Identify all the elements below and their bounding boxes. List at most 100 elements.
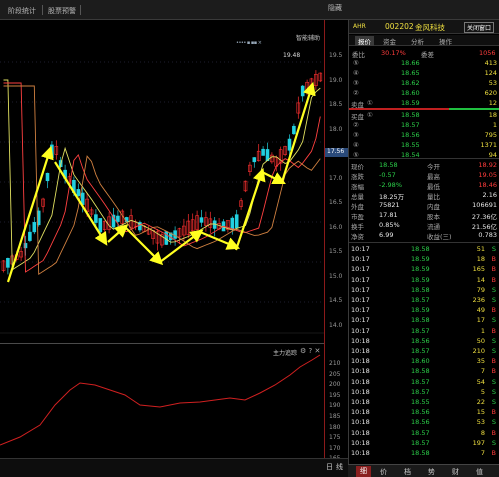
tick-time: 10:18 (351, 367, 370, 376)
sells-volume: 413 (484, 59, 497, 67)
stat-value: 75821 (379, 201, 400, 209)
stat-row: 净资 6.99 收益(三) 0.783 (349, 230, 499, 241)
quote-tab-1[interactable]: 资金 (383, 36, 396, 46)
buys-level-index: ④ (353, 141, 359, 149)
detail-tab-0[interactable]: 细 (356, 466, 371, 477)
trend-arrow (234, 167, 266, 251)
sells-price: 18.66 (401, 59, 420, 67)
divider (349, 158, 499, 159)
toolbar-dots[interactable]: •••• ▪ ▪▪ × (236, 40, 262, 46)
trend-arrow (54, 161, 108, 246)
tick-price: 18.57 (411, 326, 430, 335)
candle-body (6, 258, 10, 268)
quote-tab-2[interactable]: 分析 (411, 36, 424, 46)
panel-divider (0, 343, 324, 344)
period-day[interactable]: 日 (326, 462, 333, 472)
indicator-tick-label: 170 (329, 444, 341, 452)
stat-value: -0.57 (379, 171, 396, 179)
candle-body (199, 217, 204, 223)
indicator-tick-label: 200 (329, 381, 341, 389)
price-tick-label: 16.0 (329, 223, 343, 231)
candle-body (300, 85, 305, 97)
price-axis: 19.519.018.518.017.517.016.516.015.515.0… (324, 20, 348, 465)
tick-direction: B (491, 408, 496, 417)
tick-row: 10:18 18.58 7 B (349, 366, 499, 376)
tick-price: 18.57 (411, 428, 430, 437)
tick-direction: S (491, 438, 496, 447)
tick-time: 10:18 (351, 336, 370, 345)
sells-price: 18.62 (401, 79, 420, 87)
buys-price: 18.58 (401, 111, 420, 119)
detail-tab-5[interactable]: 值 (476, 467, 483, 477)
tick-time: 10:17 (351, 265, 370, 274)
indicator-chart[interactable] (0, 345, 324, 458)
tick-volume: 7 (480, 449, 485, 457)
tick-price: 18.55 (411, 398, 430, 406)
tick-row: 10:18 18.56 15 B (349, 407, 499, 417)
period-line[interactable]: 线 (336, 462, 343, 472)
buys-price: 18.57 (401, 121, 420, 129)
sells-volume: 124 (484, 69, 497, 77)
menu-stock-alert[interactable]: 股票预警 (48, 6, 76, 16)
tick-time: 10:18 (351, 377, 370, 386)
stat-value: 6.99 (379, 231, 394, 239)
tick-price: 18.57 (411, 438, 430, 447)
sells-level-row: ③ 18.62 53 (349, 78, 499, 88)
tick-volume: 49 (476, 306, 485, 315)
tick-volume: 15 (476, 408, 485, 417)
tick-volume: 35 (476, 357, 485, 366)
candle-body (292, 125, 296, 135)
tick-time: 10:17 (351, 275, 370, 284)
market-badge: AHR (353, 23, 366, 30)
tick-time: 10:18 (351, 387, 370, 396)
price-tick-label: 14.5 (329, 297, 343, 304)
hide-toggle[interactable]: 隐藏 (328, 3, 342, 13)
candlestick-chart[interactable] (0, 22, 324, 340)
stat-row: 涨幅 -2.98% 最低 18.46 (349, 180, 499, 191)
price-tick-label: 14.0 (329, 321, 343, 329)
tick-direction: S (491, 296, 496, 304)
tick-volume: 18 (476, 255, 485, 264)
tick-volume: 197 (472, 438, 485, 447)
sells-level-index: ④ (353, 69, 359, 77)
tick-row: 10:17 18.57 1 B (349, 326, 499, 336)
quote-tab-0[interactable]: 报价 (355, 36, 374, 46)
tick-row: 10:17 18.58 79 S (349, 285, 499, 295)
high-price-label: 19.48 (283, 52, 301, 59)
quote-tab-3[interactable]: 操作 (439, 36, 452, 46)
detail-tab-4[interactable]: 财 (452, 467, 459, 477)
menu-stage-stats[interactable]: 阶段统计 (8, 6, 36, 16)
tick-volume: 165 (472, 265, 485, 274)
candle-body (98, 218, 103, 233)
tick-row: 10:17 18.59 14 B (349, 275, 499, 285)
sells-level-index: ③ (353, 79, 359, 87)
candle-body (287, 138, 292, 151)
candle-body (261, 148, 265, 156)
tick-row: 10:17 18.58 51 S (349, 244, 499, 254)
price-tick-label: 18.5 (329, 101, 343, 108)
close-window-button[interactable]: 关闭窗口 (464, 22, 495, 33)
detail-tab-2[interactable]: 档 (404, 467, 411, 477)
detail-tab-1[interactable]: 价 (380, 467, 387, 477)
tick-direction: B (491, 275, 496, 284)
tick-volume: 79 (476, 285, 485, 294)
smart-assist-label[interactable]: 智能辅助 (296, 33, 320, 42)
candle-body (32, 222, 37, 233)
stat-row: 现价 18.58 今开 18.92 (349, 160, 499, 171)
buys-level-row: 买盘 ① 18.58 18 (349, 110, 499, 121)
tick-direction: S (491, 336, 496, 345)
detail-tab-3[interactable]: 势 (428, 467, 435, 477)
stat-label: 净资 (351, 233, 364, 241)
candle-body (230, 217, 235, 229)
tick-price: 18.59 (411, 275, 430, 284)
tick-price: 18.57 (411, 387, 430, 396)
tick-time: 10:17 (351, 296, 370, 304)
tick-direction: S (491, 377, 496, 386)
tick-time: 10:17 (351, 285, 370, 294)
tick-direction: B (491, 367, 496, 376)
order-ratio-row: 委比 30.17% 委差 1056 (352, 49, 496, 59)
tick-row: 10:18 18.57 210 S (349, 346, 499, 356)
buys-price: 18.55 (401, 141, 420, 149)
tick-volume: 5 (480, 387, 485, 396)
price-tick-label: 16.5 (329, 199, 343, 206)
